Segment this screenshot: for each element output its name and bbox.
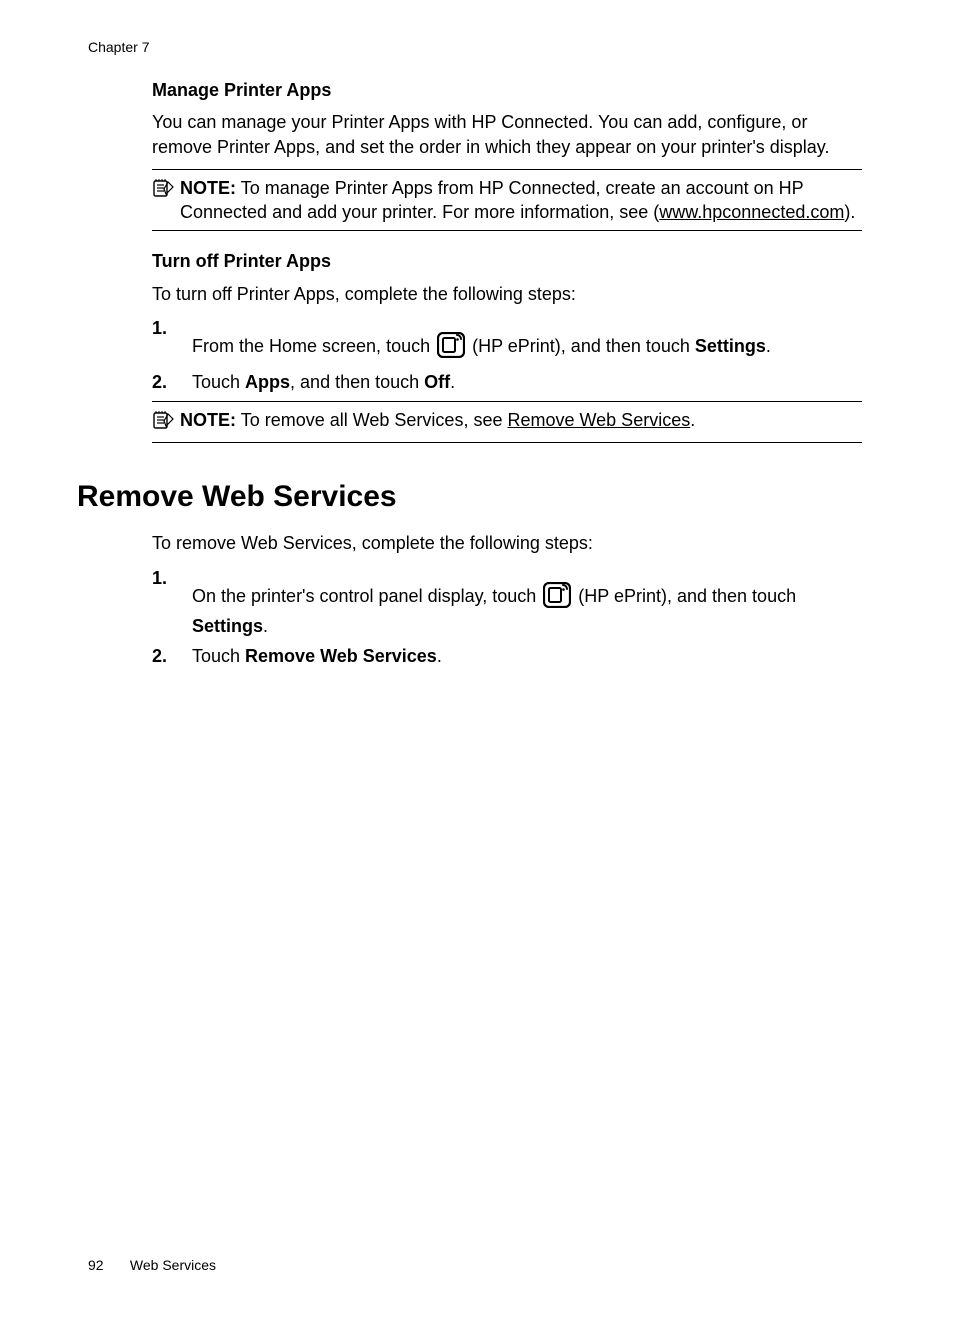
list-number: 1. [152,566,192,639]
text-bold: Settings [695,336,766,356]
text-bold: Remove Web Services [245,646,437,666]
text: (HP ePrint), and then touch [573,586,796,606]
list-number: 2. [152,370,192,394]
text: Touch [192,646,245,666]
text: , and then touch [290,372,424,392]
text: (HP ePrint), and then touch [467,336,695,356]
heading-remove-web-services: Remove Web Services [77,477,862,518]
text: Touch [192,372,245,392]
text-bold: Apps [245,372,290,392]
list-body: On the printer's control panel display, … [192,566,862,639]
note-text-after: . [690,410,695,430]
link-remove-web-services[interactable]: Remove Web Services [507,410,690,430]
note-text-after: ). [844,202,855,222]
paragraph: To turn off Printer Apps, complete the f… [152,282,862,306]
text: . [766,336,771,356]
footer-section: Web Services [130,1257,216,1273]
text-bold: Settings [192,616,263,636]
note-box: NOTE: To manage Printer Apps from HP Con… [152,169,862,232]
note-body: NOTE: To manage Printer Apps from HP Con… [180,176,862,225]
heading-manage-printer-apps: Manage Printer Apps [152,78,862,102]
list-number: 2. [152,644,192,668]
list-item: 1. From the Home screen, touch (HP ePrin… [152,316,862,364]
page-number: 92 [88,1256,126,1275]
list-item: 2. Touch Remove Web Services. [152,644,862,668]
list-number: 1. [152,316,192,364]
text: From the Home screen, touch [192,336,435,356]
note-label: NOTE: [180,410,236,430]
eprint-icon [543,582,571,614]
text: . [263,616,268,636]
list-item: 2. Touch Apps, and then touch Off. [152,370,862,394]
paragraph: You can manage your Printer Apps with HP… [152,110,862,159]
note-icon [152,178,174,204]
list-item: 1. On the printer's control panel displa… [152,566,862,639]
heading-turn-off-printer-apps: Turn off Printer Apps [152,249,862,273]
note-label: NOTE: [180,178,236,198]
text-bold: Off [424,372,450,392]
list-body: From the Home screen, touch (HP ePrint),… [192,316,862,364]
link-hpconnected[interactable]: www.hpconnected.com [659,202,844,222]
note-box: NOTE: To remove all Web Services, see Re… [152,401,862,443]
eprint-icon [437,332,465,364]
paragraph: To remove Web Services, complete the fol… [152,531,862,555]
note-body: NOTE: To remove all Web Services, see Re… [180,408,862,432]
note-text: To remove all Web Services, see [241,410,508,430]
text: On the printer's control panel display, … [192,586,541,606]
list-body: Touch Apps, and then touch Off. [192,370,862,394]
note-icon [152,410,174,436]
text: . [450,372,455,392]
chapter-label: Chapter 7 [88,38,149,57]
page-footer: 92 Web Services [88,1256,216,1275]
text: . [437,646,442,666]
list-body: Touch Remove Web Services. [192,644,862,668]
